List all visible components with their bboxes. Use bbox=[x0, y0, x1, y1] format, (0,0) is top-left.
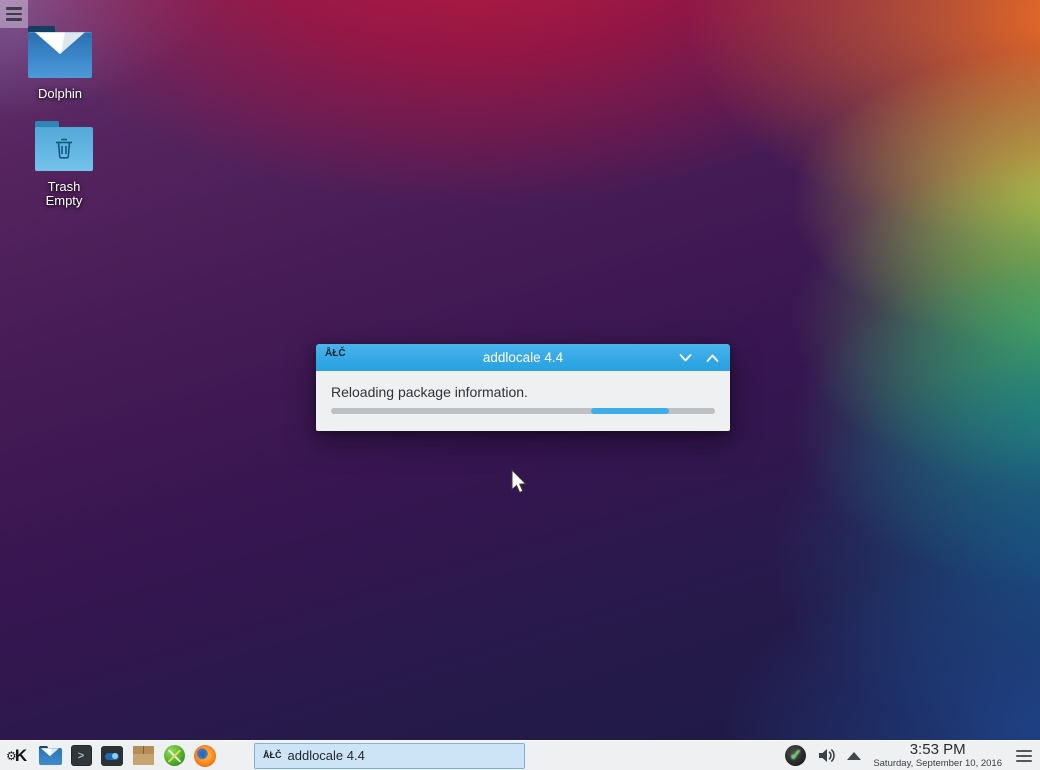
desktop-wallpaper: Dolphin Trash Empty ÅŁČ addlocale 4.4 Re… bbox=[0, 0, 1040, 770]
addlocale-task-icon: ÅŁČ bbox=[263, 750, 282, 760]
launcher-settings[interactable] bbox=[100, 744, 124, 768]
dialog-body: Reloading package information. bbox=[316, 371, 730, 431]
progress-message: Reloading package information. bbox=[331, 384, 528, 400]
panel-menu-button[interactable] bbox=[1016, 749, 1032, 762]
taskbar-task-addlocale[interactable]: ÅŁČ addlocale 4.4 bbox=[254, 742, 525, 769]
system-tray: ✓ bbox=[785, 745, 862, 766]
terminal-icon: > bbox=[70, 745, 92, 766]
dolphin-folder-icon bbox=[28, 26, 92, 78]
toggle-switch-icon bbox=[101, 745, 123, 766]
progress-bar-fill bbox=[591, 408, 669, 414]
package-box-icon bbox=[132, 746, 154, 765]
progress-bar bbox=[331, 408, 715, 414]
chevron-down-icon bbox=[679, 353, 692, 361]
desktop-icon-label: Trash Empty bbox=[45, 179, 83, 208]
minimize-button[interactable] bbox=[677, 349, 694, 366]
shade-button[interactable] bbox=[704, 349, 721, 366]
folder-icon bbox=[38, 746, 62, 765]
volume-icon[interactable] bbox=[817, 747, 836, 764]
launcher-system-tools[interactable] bbox=[162, 744, 186, 768]
launcher-kde-menu[interactable]: ⚙ K bbox=[6, 744, 31, 768]
update-check-icon[interactable]: ✓ bbox=[785, 745, 807, 766]
dialog-title: addlocale 4.4 bbox=[482, 350, 564, 365]
firefox-icon bbox=[194, 744, 216, 767]
hamburger-icon bbox=[6, 7, 22, 10]
desktop-toolbox-button[interactable] bbox=[0, 0, 28, 28]
trash-can-icon bbox=[56, 138, 72, 159]
clock[interactable]: 3:53 PM Saturday, September 10, 2016 bbox=[873, 742, 1002, 769]
task-button-label: addlocale 4.4 bbox=[287, 748, 365, 763]
dialog-titlebar[interactable]: ÅŁČ addlocale 4.4 bbox=[316, 344, 730, 371]
launcher-packages[interactable] bbox=[131, 744, 155, 768]
tools-ball-icon bbox=[163, 745, 185, 766]
clock-date: Saturday, September 10, 2016 bbox=[873, 758, 1002, 770]
launcher-terminal[interactable]: > bbox=[69, 744, 93, 768]
trash-folder-icon bbox=[35, 121, 93, 171]
desktop-icon-trash[interactable]: Trash Empty bbox=[21, 121, 107, 208]
taskbar: ⚙ K > ÅŁČ addlocale 4.4 ✓ 3:53 PM Saturd… bbox=[0, 740, 1040, 770]
kde-logo-icon: ⚙ K bbox=[6, 745, 28, 765]
tray-expand-arrow-icon[interactable] bbox=[847, 751, 862, 760]
mouse-cursor bbox=[511, 469, 527, 494]
hamburger-icon bbox=[1016, 749, 1032, 752]
clock-time: 3:53 PM bbox=[909, 741, 966, 759]
addlocale-app-icon: ÅŁČ bbox=[325, 348, 346, 359]
desktop-icon-dolphin[interactable]: Dolphin bbox=[17, 26, 103, 101]
desktop-icon-label: Dolphin bbox=[37, 86, 83, 101]
addlocale-dialog-window: ÅŁČ addlocale 4.4 Reloading package info… bbox=[316, 344, 730, 431]
launcher-firefox[interactable] bbox=[193, 744, 217, 768]
chevron-up-icon bbox=[706, 354, 719, 362]
launcher-file-manager[interactable] bbox=[38, 744, 62, 768]
